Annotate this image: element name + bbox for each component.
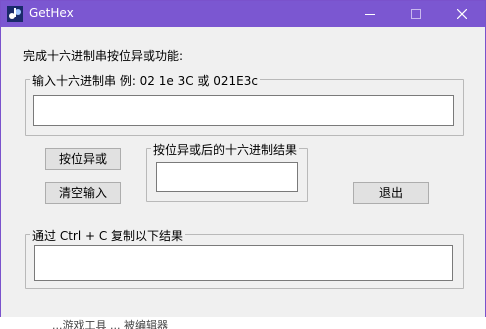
clear-input-button[interactable]: 清空输入 [45,182,121,204]
minimize-icon [365,14,375,15]
minimize-button[interactable] [347,1,393,27]
input-group-legend: 输入十六进制串 例: 02 1e 3C 或 021E3c [30,72,260,89]
close-button[interactable] [439,1,485,27]
input-group: 输入十六进制串 例: 02 1e 3C 或 021E3c [25,72,464,136]
hex-input[interactable] [33,95,454,126]
close-icon [457,9,467,19]
maximize-button[interactable] [393,1,439,27]
client-area: 完成十六进制串按位异或功能: 输入十六进制串 例: 02 1e 3C 或 021… [1,27,485,317]
window-title: GetHex [29,6,74,20]
background-window-strip: ...游戏工具 ... 被编辑器 [0,317,486,329]
copy-result-legend: 通过 Ctrl + C 复制以下结果 [30,227,186,244]
copy-result-group: 通过 Ctrl + C 复制以下结果 [25,227,464,289]
xor-button[interactable]: 按位异或 [45,148,121,170]
title-bar[interactable]: GetHex [1,1,485,27]
instruction-label: 完成十六进制串按位异或功能: [23,49,184,63]
result-group-legend: 按位异或后的十六进制结果 [151,141,300,158]
app-icon [7,6,23,22]
exit-button[interactable]: 退出 [353,182,429,204]
gethex-window: GetHex 完成十六进制串按位异或功能: 输入十六进制串 例: 02 1e 3… [0,0,486,318]
result-group: 按位异或后的十六进制结果 [146,141,308,202]
maximize-icon [411,9,421,19]
copy-result-field[interactable] [34,245,453,281]
background-text: ...游戏工具 ... 被编辑器 [52,319,168,329]
xor-result-field[interactable] [156,162,298,192]
